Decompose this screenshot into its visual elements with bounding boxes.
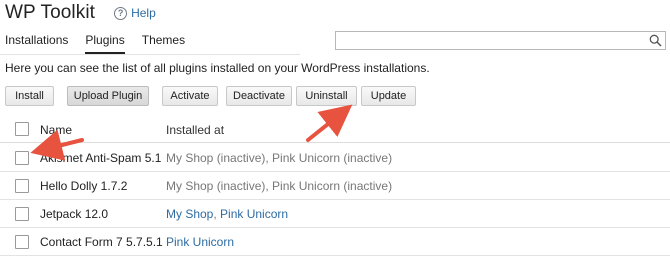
installed-at: My Shop (inactive), Pink Unicorn (inacti… [166,179,393,193]
column-header-installed-at: Installed at [166,123,225,137]
uninstall-button[interactable]: Uninstall [296,86,357,106]
installed-at: Pink Unicorn [166,235,234,249]
row-checkbox[interactable] [15,151,29,165]
table-row: Hello Dolly 1.7.2 My Shop (inactive), Pi… [0,172,670,200]
activate-button[interactable]: Activate [162,86,218,106]
row-checkbox[interactable] [15,207,29,221]
installed-at: My Shop, Pink Unicorn [166,207,288,221]
plugin-name: Jetpack 12.0 [40,207,109,221]
deactivate-button[interactable]: Deactivate [226,86,292,106]
upload-plugin-button[interactable]: Upload Plugin [67,86,149,106]
header: WP Toolkit ? Help [5,2,156,24]
install-button[interactable]: Install [5,86,54,106]
table-header: Name Installed at [0,117,670,143]
select-all-checkbox[interactable] [15,122,29,136]
search-input[interactable] [336,32,636,50]
page-title: WP Toolkit [5,2,96,23]
site-link[interactable]: My Shop [166,207,213,221]
tab-plugins[interactable]: Plugins [85,33,125,54]
search-box[interactable] [335,31,666,50]
installed-at: My Shop (inactive), Pink Unicorn (inacti… [166,151,393,165]
table-row: Contact Form 7 5.7.5.1 Pink Unicorn [0,228,670,256]
plugin-name: Akismet Anti-Spam 5.1 [40,151,162,165]
tabs-divider [0,54,300,55]
update-button[interactable]: Update [361,86,416,106]
row-checkbox[interactable] [15,179,29,193]
help-label: Help [131,6,156,20]
search-icon[interactable] [649,34,662,47]
intro-text: Here you can see the list of all plugins… [5,61,430,75]
tab-bar: Installations Plugins Themes [5,33,202,54]
column-header-name[interactable]: Name [40,123,72,137]
question-circle-icon: ? [114,6,128,20]
help-link[interactable]: ? Help [114,6,156,20]
plugin-name: Contact Form 7 5.7.5.1 [40,235,163,249]
table-row: Akismet Anti-Spam 5.1 My Shop (inactive)… [0,144,670,172]
table-row: Jetpack 12.0 My Shop, Pink Unicorn [0,200,670,228]
row-checkbox[interactable] [15,235,29,249]
site-link[interactable]: Pink Unicorn [166,235,234,249]
tab-themes[interactable]: Themes [142,33,185,54]
plugin-name: Hello Dolly 1.7.2 [40,179,128,193]
site-link[interactable]: Pink Unicorn [220,207,288,221]
tab-installations[interactable]: Installations [5,33,68,54]
